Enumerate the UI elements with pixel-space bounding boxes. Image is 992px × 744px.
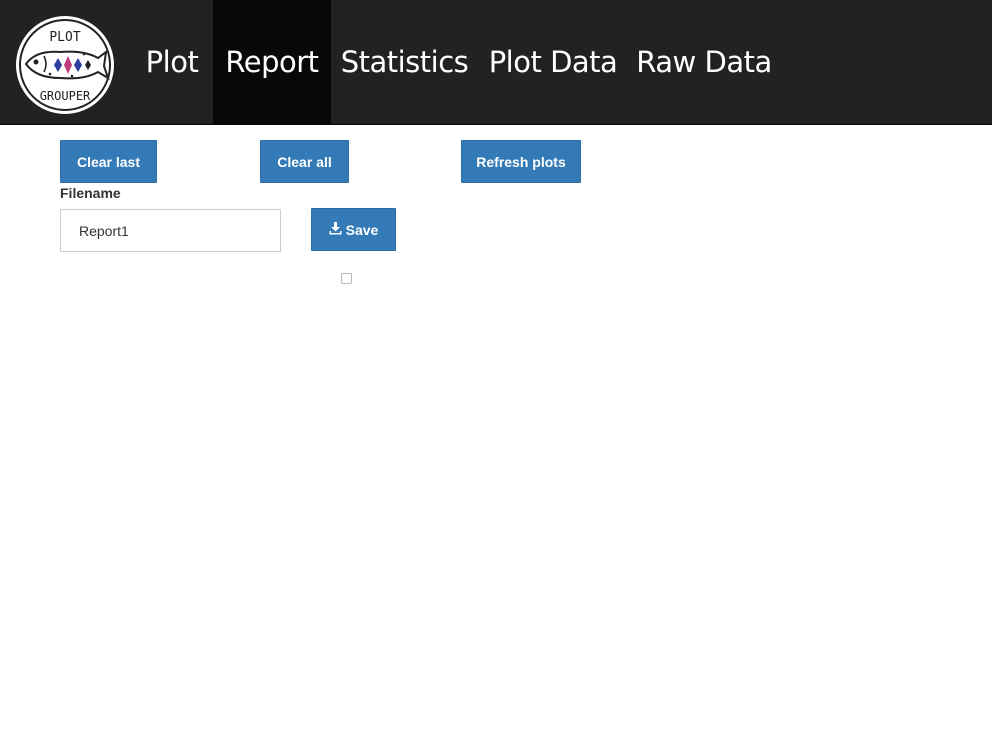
tab-statistics[interactable]: Statistics bbox=[331, 0, 478, 124]
svg-text:GROUPER: GROUPER bbox=[40, 89, 91, 103]
download-icon bbox=[329, 221, 342, 238]
clear-last-button[interactable]: Clear last bbox=[60, 140, 157, 183]
clear-all-button[interactable]: Clear all bbox=[260, 140, 349, 183]
refresh-plots-button[interactable]: Refresh plots bbox=[461, 140, 581, 183]
report-checkbox[interactable] bbox=[341, 273, 352, 284]
top-navbar: PLOT GROUPER Plot Report Statistics Plot… bbox=[0, 0, 992, 125]
tab-plot[interactable]: Plot bbox=[132, 0, 212, 124]
save-button[interactable]: Save bbox=[311, 208, 396, 251]
save-button-label: Save bbox=[345, 221, 379, 238]
filename-input[interactable] bbox=[60, 209, 281, 252]
svg-text:PLOT: PLOT bbox=[49, 30, 80, 45]
tab-raw-data[interactable]: Raw Data bbox=[628, 0, 780, 124]
tab-plot-data[interactable]: Plot Data bbox=[478, 0, 628, 124]
filename-label: Filename bbox=[60, 185, 121, 201]
grouper-fish-logo-icon: PLOT GROUPER bbox=[16, 16, 114, 114]
plot-grouper-logo[interactable]: PLOT GROUPER bbox=[14, 14, 116, 116]
tab-report[interactable]: Report bbox=[213, 0, 331, 124]
